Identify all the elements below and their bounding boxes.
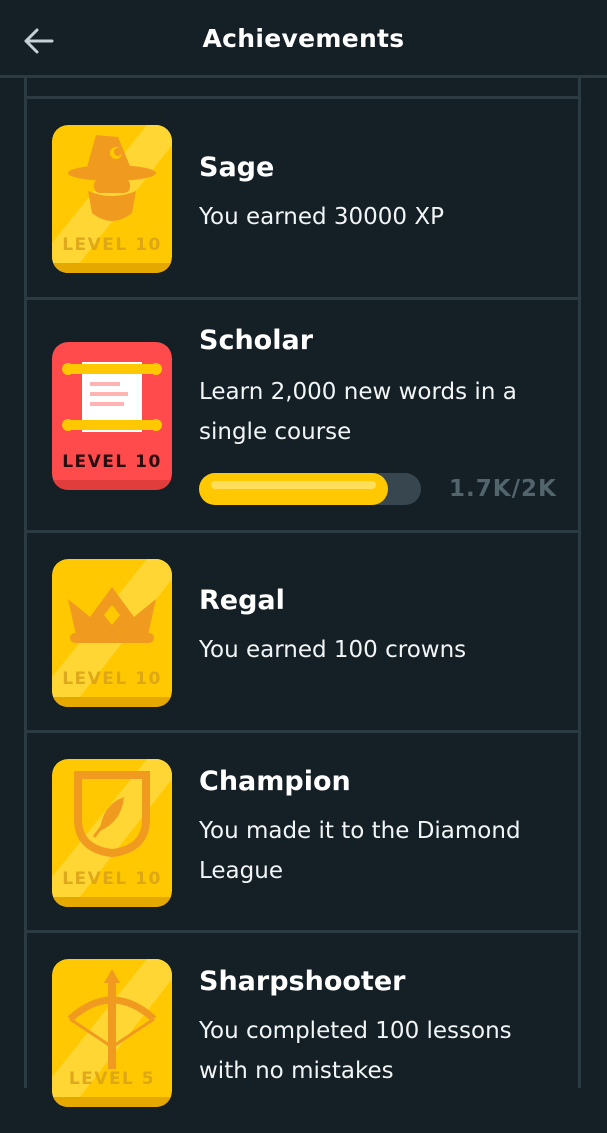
achievement-title: Sharpshooter <box>199 966 406 997</box>
progress-label: 1.7K/2K <box>449 476 557 502</box>
achievement-title: Scholar <box>199 325 314 356</box>
page-title: Achievements <box>202 24 405 53</box>
badge-level-label: LEVEL 10 <box>62 669 162 689</box>
badge-level-label: LEVEL 10 <box>62 235 162 255</box>
achievement-card-scholar[interactable]: LEVEL 10 Scholar Learn 2,000 new words i… <box>27 300 578 533</box>
badge-level-label: LEVEL 5 <box>68 1069 156 1089</box>
achievement-description: You completed 100 lessons with no mistak… <box>199 1018 512 1084</box>
achievement-title: Regal <box>199 585 285 616</box>
badge-scholar: LEVEL 10 <box>52 342 172 490</box>
achievement-description: You made it to the Diamond League <box>199 818 521 884</box>
achievement-description: You earned 100 crowns <box>199 637 467 663</box>
header-bar: Achievements <box>0 0 607 78</box>
badge-level-label: LEVEL 10 <box>62 452 162 472</box>
achievement-description: You earned 30000 XP <box>199 204 444 230</box>
progress-bar-shine <box>211 481 376 489</box>
badge-level-label: LEVEL 10 <box>62 869 162 889</box>
achievement-card-regal[interactable]: LEVEL 10 Regal You earned 100 crowns <box>27 533 578 733</box>
progress-bar-fill <box>199 473 388 505</box>
achievement-title: Sage <box>199 152 275 183</box>
badge-champion: LEVEL 10 <box>52 759 172 907</box>
badge-regal: LEVEL 10 <box>52 559 172 707</box>
achievements-list[interactable]: LEVEL 10 Sage You earned 30000 XP LEVEL … <box>24 78 581 1107</box>
achievement-card-sharpshooter[interactable]: LEVEL 5 Sharpshooter You completed 100 l… <box>27 933 578 1133</box>
achievement-description: Learn 2,000 new words in a single course <box>199 379 517 445</box>
achievement-title: Champion <box>199 766 351 797</box>
achievement-card-champion[interactable]: LEVEL 10 Champion You made it to the Dia… <box>27 733 578 933</box>
badge-sage: LEVEL 10 <box>52 125 172 273</box>
previous-card-edge <box>27 78 578 99</box>
progress-bar <box>199 473 421 505</box>
badge-sharpshooter: LEVEL 5 <box>52 959 172 1107</box>
achievement-card-sage[interactable]: LEVEL 10 Sage You earned 30000 XP <box>27 99 578 300</box>
